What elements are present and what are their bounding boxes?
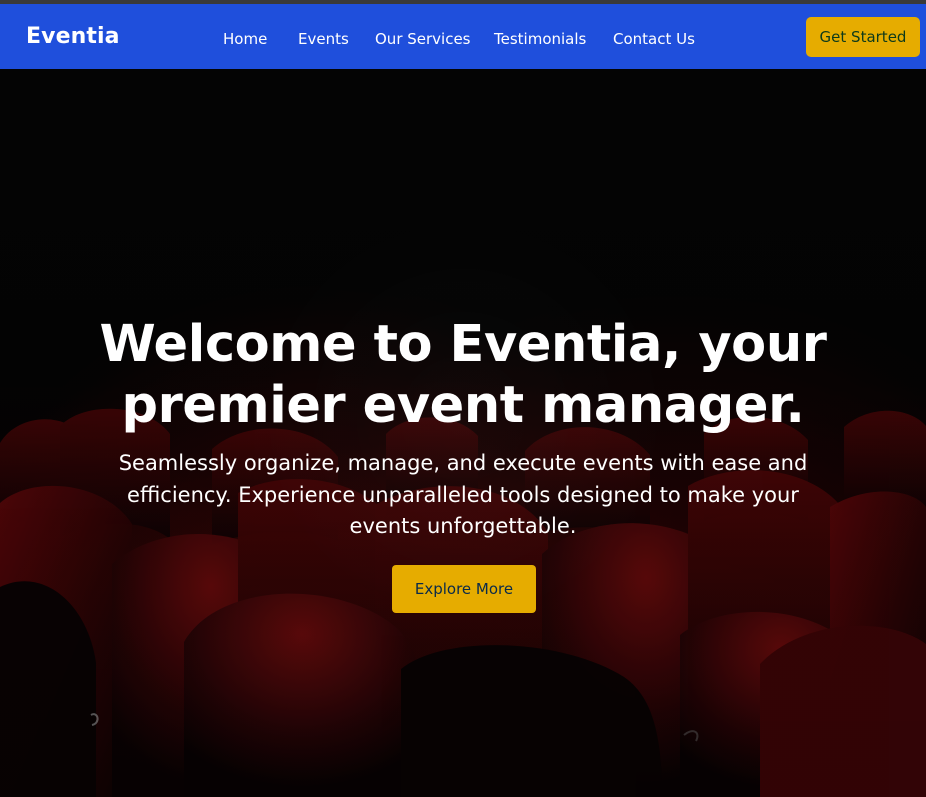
landing-page: Eventia Home Events Our Services Testimo… — [0, 0, 926, 797]
hero-title: Welcome to Eventia, your premier event m… — [50, 314, 876, 436]
nav-link-home[interactable]: Home — [223, 30, 267, 48]
hero-title-line-2: premier event manager. — [121, 376, 805, 435]
hero-subtitle: Seamlessly organize, manage, and execute… — [118, 451, 808, 538]
brand-logo-text[interactable]: Eventia — [26, 24, 120, 49]
get-started-button[interactable]: Get Started — [806, 17, 920, 57]
hero-section: Welcome to Eventia, your premier event m… — [0, 69, 926, 797]
top-navigation: Eventia Home Events Our Services Testimo… — [0, 4, 926, 69]
nav-link-our-services[interactable]: Our Services — [375, 30, 471, 48]
explore-more-button[interactable]: Explore More — [392, 565, 536, 613]
nav-link-contact-us[interactable]: Contact Us — [613, 30, 695, 48]
hero-title-line-1: Welcome to Eventia, your — [99, 315, 827, 374]
browser-top-edge — [0, 0, 926, 4]
nav-link-testimonials[interactable]: Testimonials — [494, 30, 586, 48]
nav-link-events[interactable]: Events — [298, 30, 349, 48]
